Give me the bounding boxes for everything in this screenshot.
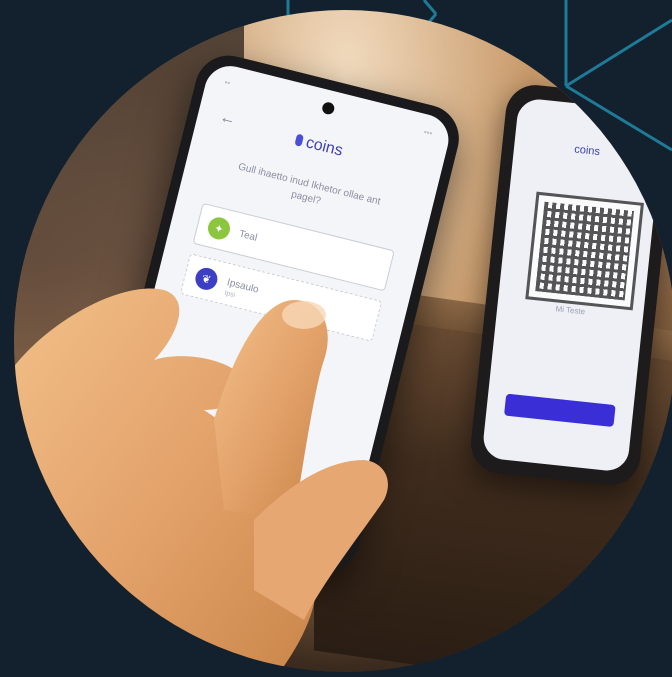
gift-icon: ✦ <box>205 215 233 242</box>
status-right: ▪▪▪ <box>422 126 434 138</box>
line-segment <box>422 0 438 15</box>
back-phone: coins Mi Teste <box>468 82 672 488</box>
hand <box>14 288 388 672</box>
scene: coins Mi Teste ▪▪ ▪▪▪ ← coins Gull ihaet… <box>0 0 672 677</box>
line-segment <box>565 18 672 88</box>
brand-name: coins <box>304 134 345 160</box>
back-phone-button[interactable] <box>503 393 616 427</box>
option-label: Teal <box>238 228 259 244</box>
back-phone-brand: coins <box>573 143 601 159</box>
qr-code <box>525 191 644 311</box>
circular-photo: coins Mi Teste ▪▪ ▪▪▪ ← coins Gull ihaet… <box>14 10 672 672</box>
coins-logo-icon <box>294 133 304 147</box>
back-phone-screen: coins Mi Teste <box>481 97 665 473</box>
fingernail <box>282 301 326 329</box>
status-left: ▪▪ <box>223 77 232 88</box>
